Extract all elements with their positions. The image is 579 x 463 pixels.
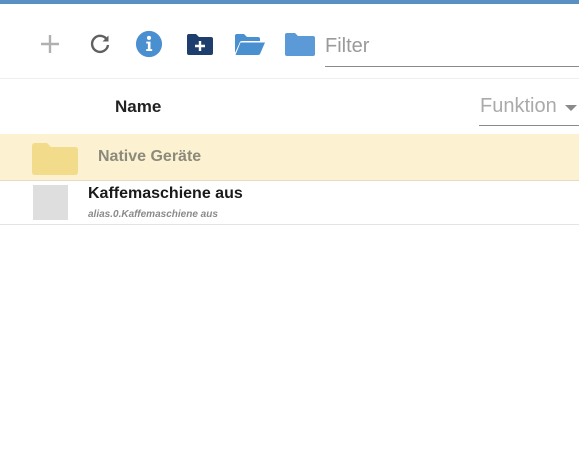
chevron-down-icon <box>565 105 577 111</box>
table-row-device[interactable]: Kaffemaschiene aus alias.0.Kaffemaschien… <box>0 180 579 225</box>
device-id: alias.0.Kaffemaschiene aus <box>88 209 218 220</box>
column-header-name[interactable]: Name <box>115 97 161 117</box>
folder-icon[interactable] <box>284 30 316 58</box>
folder-open-icon[interactable] <box>234 30 266 58</box>
function-select[interactable]: Funktion <box>479 93 579 126</box>
filter-field[interactable] <box>325 28 579 67</box>
function-select-value: Funktion <box>480 95 557 117</box>
folder-icon <box>32 141 78 175</box>
table-header: Name Funktion <box>0 79 579 135</box>
plus-icon[interactable] <box>36 30 64 58</box>
info-icon[interactable] <box>135 30 163 58</box>
folder-plus-icon[interactable] <box>186 30 214 58</box>
device-title: Kaffemaschiene aus <box>88 185 243 202</box>
refresh-icon[interactable] <box>86 30 114 58</box>
toolbar <box>0 4 579 79</box>
filter-input[interactable] <box>325 28 575 64</box>
table-row-folder[interactable]: Native Geräte <box>0 134 579 181</box>
folder-label: Native Geräte <box>98 148 202 165</box>
device-thumbnail <box>33 185 68 220</box>
